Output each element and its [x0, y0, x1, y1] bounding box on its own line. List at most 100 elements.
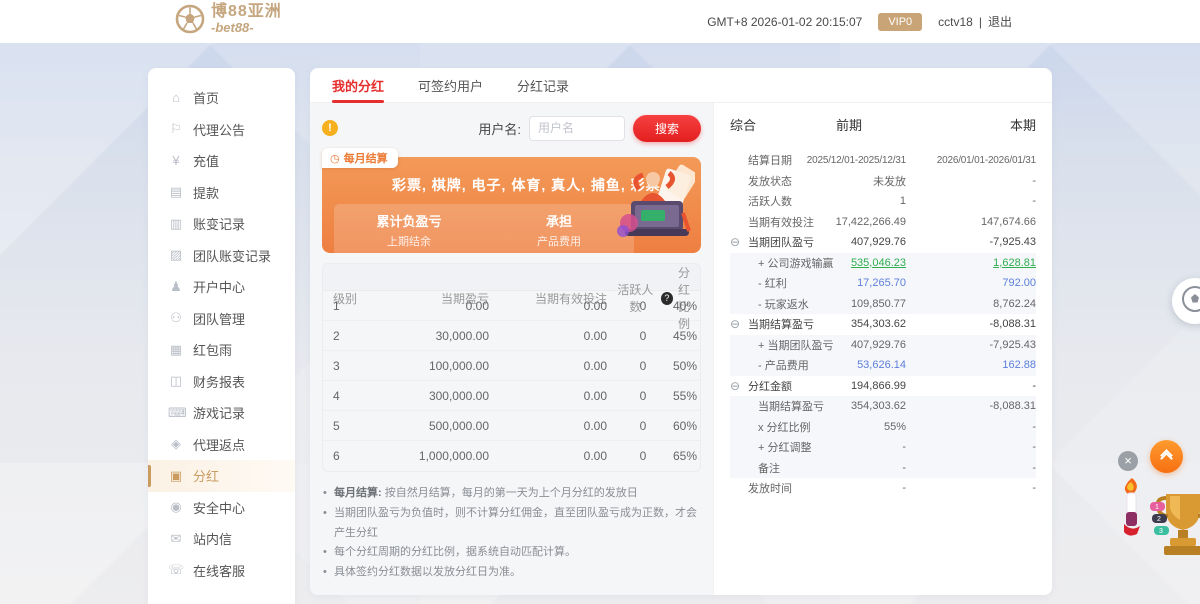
summary-cur-value[interactable]: 1,628.81: [906, 257, 1036, 269]
home-icon: ⌂: [172, 90, 180, 106]
summary-prev-value: 17,265.70: [857, 277, 906, 290]
summary-label: 分红金额: [748, 380, 792, 393]
table-cell: 4: [333, 388, 340, 403]
sidebar-item-security[interactable]: ◉ 安全中心: [148, 492, 295, 524]
summary-label: 当期结算盈亏: [758, 401, 824, 414]
summary-cur-value: -7,925.43: [989, 338, 1036, 351]
table-cell: 30,000.00: [435, 328, 489, 343]
banner-col-title: 承担: [545, 214, 572, 229]
summary-prev-value: 53,626.14: [857, 359, 906, 372]
table-cell: 0: [639, 298, 647, 313]
note-item: 每月结算: 按自然月结算，每月的第一天为上个月分红的发放日: [322, 484, 701, 504]
summary-cur-value: -: [1032, 420, 1036, 433]
warning-icon[interactable]: !: [322, 120, 338, 136]
sidebar-item-team-manage[interactable]: ⚇ 团队管理: [148, 303, 295, 335]
table-header-row: 级别 当期盈亏 当期有效投注 活跃人数? 分红比例: [323, 264, 700, 331]
summary-prev-value: 354,303.62: [850, 400, 906, 413]
summary-cur-value: -: [1032, 441, 1036, 454]
summary-row: - 红利 17,265.70 792.00: [730, 273, 1036, 294]
sidebar-item-withdraw[interactable]: ▤ 提款: [148, 177, 295, 209]
notes-list: 每月结算: 按自然月结算，每月的第一天为上个月分红的发放日当期团队盈亏为负值时，…: [322, 484, 701, 583]
summary-cur-value: -8,088.31: [989, 318, 1036, 331]
table-cell: 0.00: [583, 358, 607, 373]
search-button[interactable]: 搜索: [633, 114, 701, 142]
table-cell: 0.00: [583, 418, 607, 433]
summary-label: + 公司游戏输赢: [758, 257, 834, 270]
summary-rows: 结算日期 2025/12/01-2025/12/31 2026/01/01-2026…: [730, 150, 1036, 499]
summary-cur-value: -8,088.31: [989, 400, 1036, 413]
sidebar-item-label: 红包雨: [193, 343, 233, 359]
brand-logo[interactable]: 博88亚洲 -bet88-: [175, 3, 282, 34]
summary-label: - 红利: [758, 278, 787, 291]
summary-label: - 玩家返水: [758, 298, 809, 311]
tab-2[interactable]: 可签约用户: [418, 68, 483, 103]
sidebar-item-account-open[interactable]: ♟ 开户中心: [148, 271, 295, 303]
tab-1[interactable]: 我的分红: [332, 68, 385, 103]
summary-cur-value: -: [1032, 461, 1036, 474]
summary-prev-value: 407,929.76: [850, 338, 906, 351]
table-cell: 5: [333, 418, 340, 433]
sidebar-item-team-records[interactable]: ▨ 团队账变记录: [148, 240, 295, 272]
table-cell: 3: [333, 358, 340, 373]
collapse-icon[interactable]: ⊖: [730, 379, 740, 393]
soccer-ball-icon: [175, 4, 205, 34]
summary-cur-value: -: [1032, 174, 1036, 187]
dividend-left-section: ! 用户名: 搜索 ◷ 每月结算 彩票, 棋牌, 电子, 体育, 真人, 捕鱼,…: [310, 103, 713, 595]
username[interactable]: cctv18: [938, 15, 973, 29]
banner-col-title: 累计负盈亏: [376, 214, 442, 229]
summary-cur-value: -: [1032, 195, 1036, 208]
username-input[interactable]: [529, 115, 625, 141]
sidebar-item-home[interactable]: ⌂ 首页: [148, 82, 295, 114]
table-cell: 0.00: [583, 388, 607, 403]
table-cell: 40%: [673, 298, 698, 313]
monthly-settlement-banner: ◷ 每月结算 彩票, 棋牌, 电子, 体育, 真人, 捕鱼, 彩票 累计负盈亏 …: [322, 148, 701, 257]
banner-col-loss: 累计负盈亏 上期结余: [334, 211, 484, 249]
summary-label: 发放状态: [748, 175, 792, 188]
close-icon[interactable]: ×: [1118, 451, 1138, 471]
table-cell: 0.00: [465, 298, 489, 313]
sidebar-item-label: 团队账变记录: [193, 248, 272, 264]
table-cell: 1,000,000.00: [418, 449, 489, 463]
team-records-icon: ▨: [169, 247, 183, 263]
summary-row: 备注 - -: [730, 457, 1036, 478]
summary-prev-value: 1: [899, 195, 906, 208]
table-row: 2 30,000.00 0.00 0 45%: [323, 321, 700, 351]
sidebar: ⌂ 首页 ⚐ 代理公告 ¥ 充值 ▤ 提款 ▥ 账变记录 ▨ 团队账变记录 ♟ 开户中心 ⚇ 团队管理 ▦ 红包雨…: [148, 68, 295, 604]
floating-ball-widget[interactable]: [1172, 278, 1200, 324]
sidebar-item-account-records[interactable]: ▥ 账变记录: [148, 208, 295, 240]
summary-cur-value: 8,762.24: [993, 297, 1036, 310]
sidebar-item-label: 代理返点: [193, 437, 246, 453]
table-cell: 0: [639, 449, 647, 463]
summary-row: ⊖ 当期团队盈亏 407,929.76 -7,925.43: [730, 232, 1036, 253]
sidebar-item-rebate[interactable]: ◈ 代理返点: [148, 429, 295, 461]
sidebar-item-finance-report[interactable]: ◫ 财务报表: [148, 366, 295, 398]
account-records-icon: ▥: [169, 215, 183, 231]
table-row: 6 1,000,000.00 0.00 0 65%: [323, 441, 700, 471]
summary-row: 当期结算盈亏 354,303.62 -8,088.31: [730, 396, 1036, 417]
tab-3[interactable]: 分红记录: [517, 68, 569, 103]
sidebar-item-label: 代理公告: [193, 122, 246, 138]
sidebar-item-label: 财务报表: [193, 374, 246, 390]
announcement-icon: ⚐: [170, 121, 182, 137]
summary-prev-value: 109,850.77: [850, 297, 906, 310]
summary-header-label: 综合: [730, 118, 757, 133]
collapse-icon[interactable]: ⊖: [730, 317, 740, 331]
sidebar-item-dividend[interactable]: ▣ 分红: [148, 460, 295, 492]
back-to-top-button[interactable]: [1150, 440, 1183, 473]
sidebar-item-deposit[interactable]: ¥ 充值: [148, 145, 295, 177]
summary-row: 结算日期 2025/12/01-2025/12/31 2026/01/01-2026…: [730, 150, 1036, 171]
summary-cur-value: 2026/01/01-2026/01/31: [936, 154, 1036, 166]
table-row: 5 500,000.00 0.00 0 60%: [323, 411, 700, 441]
sidebar-item-red-packet[interactable]: ▦ 红包雨: [148, 334, 295, 366]
summary-prev-value[interactable]: 535,046.23: [833, 257, 906, 269]
logout-link[interactable]: 退出: [988, 13, 1012, 30]
sidebar-item-service[interactable]: ☏ 在线客服: [148, 555, 295, 587]
collapse-icon[interactable]: ⊖: [730, 235, 740, 249]
table-cell: 0: [639, 328, 647, 343]
sidebar-item-mail[interactable]: ✉ 站内信: [148, 523, 295, 555]
sidebar-item-game-records[interactable]: ⌨ 游戏记录: [148, 397, 295, 429]
sidebar-item-label: 安全中心: [193, 500, 246, 516]
sidebar-item-announcement[interactable]: ⚐ 代理公告: [148, 114, 295, 146]
sidebar-item-label: 首页: [193, 91, 220, 107]
table-cell: 45%: [673, 328, 698, 343]
